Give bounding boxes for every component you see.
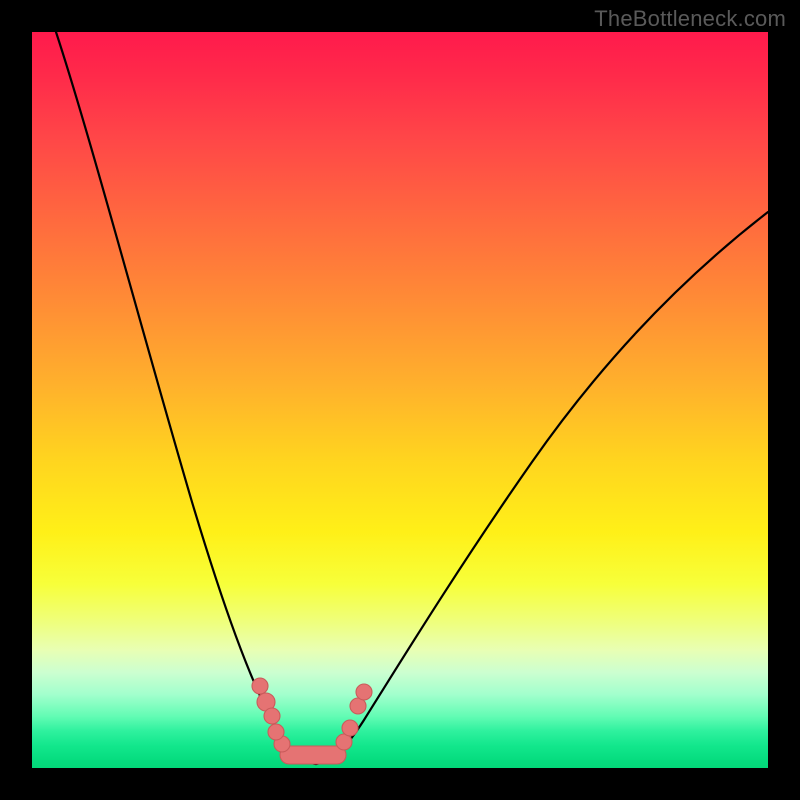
data-point	[342, 720, 358, 736]
trough-cluster	[280, 746, 346, 764]
data-point	[356, 684, 372, 700]
bottleneck-curve	[32, 32, 768, 768]
data-point	[268, 724, 284, 740]
data-point	[274, 736, 290, 752]
data-point	[257, 693, 275, 711]
chart-plot-area	[32, 32, 768, 768]
data-point	[252, 678, 268, 694]
data-point	[264, 708, 280, 724]
curve-right	[316, 212, 768, 764]
watermark-text: TheBottleneck.com	[594, 6, 786, 32]
chart-frame: TheBottleneck.com	[0, 0, 800, 800]
data-point	[336, 734, 352, 750]
curve-left	[56, 32, 316, 764]
data-point	[350, 698, 366, 714]
